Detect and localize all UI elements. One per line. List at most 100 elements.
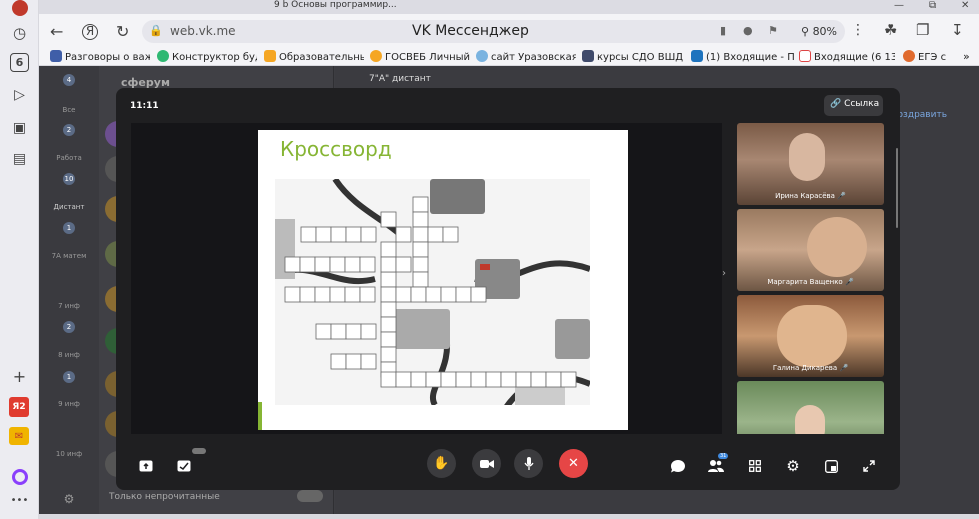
bookmarks-overflow-icon[interactable]: » [963, 50, 970, 63]
more-icon[interactable]: ••• [9, 490, 30, 511]
participant-tile[interactable] [737, 381, 884, 434]
folder-distant[interactable]: Дистант [47, 203, 91, 211]
call-timer: 11:11 [130, 101, 159, 111]
active-tab-title[interactable]: 9 b Основы программир... [274, 0, 397, 10]
collections-icon[interactable]: ▤ [9, 148, 30, 169]
page-title: VK Мессенджер [412, 23, 529, 39]
zoom-value: 80% [812, 25, 838, 38]
yandex-icon[interactable]: Я [82, 24, 98, 40]
profile-icon[interactable] [9, 0, 30, 18]
copy-icon[interactable]: ❐ [916, 21, 929, 39]
folder-count: 4 [63, 74, 75, 86]
collapse-arrow-icon[interactable]: › [722, 268, 726, 279]
participants-strip: Ирина Карасёва 🎤 Маргарита Ващенко 🎤 Гал… [737, 123, 885, 434]
folder-all[interactable]: Все [47, 106, 91, 114]
participants-scrollbar[interactable] [896, 148, 898, 228]
folder-count: 2 [63, 124, 75, 136]
url-box[interactable]: 🔒 web.vk.me VK Мессенджер ▮ ● ⚑ [142, 20, 824, 43]
crossword-image [275, 179, 590, 405]
raise-hand-icon[interactable]: ✋ [427, 449, 456, 478]
bookmark-item[interactable]: ЕГЭ с [903, 50, 959, 63]
folder-10inf[interactable]: 10 инф [47, 450, 91, 458]
lock-icon[interactable]: 🔒 [149, 24, 163, 37]
mic-permission-icon[interactable]: ● [743, 24, 753, 37]
folder-8inf[interactable]: 8 инф [47, 351, 91, 359]
bookmark-icon [50, 50, 62, 62]
mic-off-icon: 🎤 [839, 364, 849, 372]
bookmark-item[interactable]: Входящие (6 130) [799, 50, 895, 63]
mic-off-icon: 🎤 [837, 192, 846, 200]
back-icon[interactable]: ← [50, 22, 63, 41]
bookmark-item[interactable]: сайт Уразовская [476, 50, 576, 63]
ya-music-icon[interactable]: Я2 [9, 397, 29, 417]
settings-icon[interactable]: ⚙ [47, 492, 91, 506]
reload-icon[interactable]: ↻ [116, 22, 129, 41]
bookmark-item[interactable]: Разговоры о важ [50, 50, 150, 63]
folder-count: 2 [63, 321, 75, 333]
bookmark-item[interactable]: курсы СДО ВШД [582, 50, 687, 63]
bookmark-icon[interactable]: ⚑ [768, 24, 778, 37]
bookmark-item[interactable]: Конструктор буд [157, 50, 257, 63]
fullscreen-icon[interactable] [857, 454, 881, 478]
tabs-count-badge[interactable]: 6 [10, 53, 29, 72]
folder-count: 1 [63, 222, 75, 234]
settings-icon[interactable]: ⚙ [781, 454, 805, 478]
add-icon[interactable]: + [9, 366, 30, 387]
camera-permission-icon[interactable]: ▮ [720, 24, 726, 37]
crossword-graphic [275, 179, 590, 405]
chat-icon[interactable] [666, 454, 690, 478]
pip-icon[interactable] [819, 454, 843, 478]
chat-title[interactable]: 7"А" дистант [369, 74, 431, 84]
participant-face [795, 405, 825, 434]
broadcast-icon[interactable] [172, 454, 196, 478]
participants-count: 31 [718, 453, 729, 459]
unread-only-toggle[interactable] [297, 490, 323, 502]
mail-icon[interactable]: ✉ [9, 427, 29, 445]
screenshot-icon[interactable]: ▣ [9, 117, 30, 138]
unread-only-label: Только непрочитанные [109, 492, 220, 502]
folder-9inf[interactable]: 9 инф [47, 400, 91, 408]
download-icon[interactable]: ↧ [951, 21, 964, 39]
history-icon[interactable]: ◷ [9, 22, 30, 43]
bookmark-item[interactable]: ГОСВЕБ Личный [370, 50, 470, 63]
folder-7a[interactable]: 7А матем [47, 252, 91, 260]
bookmark-item[interactable]: (1) Входящие - По [691, 50, 795, 63]
call-controls: ✋ ✕ 31 ⚙ [116, 446, 900, 486]
participant-tile[interactable]: Маргарита Ващенко 🎤 [737, 209, 884, 291]
url-text[interactable]: web.vk.me [170, 24, 236, 38]
extension-icon[interactable]: ☘ [884, 21, 897, 39]
close-window-icon[interactable]: ✕ [961, 0, 969, 11]
participant-tile[interactable]: Галина Дикарева 🎤 [737, 295, 884, 377]
bottom-strip [39, 514, 979, 519]
folder-work[interactable]: Работа [47, 154, 91, 162]
copy-link-button[interactable]: 🔗 Ссылка [824, 95, 883, 116]
video-call-window: 11:11 🔗 Ссылка Кроссворд › Ирина Карасёв… [116, 88, 900, 490]
participant-tile[interactable]: Ирина Карасёва 🎤 [737, 123, 884, 205]
copy-link-label: Ссылка [844, 99, 880, 109]
share-screen-icon[interactable] [134, 454, 158, 478]
end-call-icon[interactable]: ✕ [559, 449, 588, 478]
bookmarks-bar: Разговоры о важ Конструктор буд Образова… [39, 48, 979, 66]
microphone-icon[interactable] [514, 449, 543, 478]
minimize-icon[interactable]: — [894, 0, 904, 11]
alice-icon[interactable] [9, 466, 30, 487]
presentation-slide: Кроссворд [258, 130, 628, 430]
folder-7inf[interactable]: 7 инф [47, 302, 91, 310]
menu-icon[interactable]: ⋮ [851, 22, 865, 38]
participant-face [777, 305, 847, 367]
camera-icon[interactable] [472, 449, 501, 478]
maximize-icon[interactable]: ⧉ [929, 0, 936, 11]
folder-count: 10 [63, 173, 75, 185]
bookmark-icon [264, 50, 276, 62]
broadcast-badge [192, 448, 206, 454]
bookmark-item[interactable]: Образовательны [264, 50, 364, 63]
play-icon[interactable]: ▷ [9, 84, 30, 105]
zoom-indicator[interactable]: ⚲ 80% [793, 20, 845, 43]
bookmark-icon [903, 50, 915, 62]
slide-title: Кроссворд [280, 137, 392, 161]
bookmark-icon [157, 50, 169, 62]
grid-view-icon[interactable] [743, 454, 767, 478]
participant-name: Маргарита Ващенко 🎤 [767, 278, 854, 286]
address-bar-row: ← Я ↻ 🔒 web.vk.me VK Мессенджер ▮ ● ⚑ ⚲ … [39, 14, 979, 48]
bookmark-icon [691, 50, 703, 62]
